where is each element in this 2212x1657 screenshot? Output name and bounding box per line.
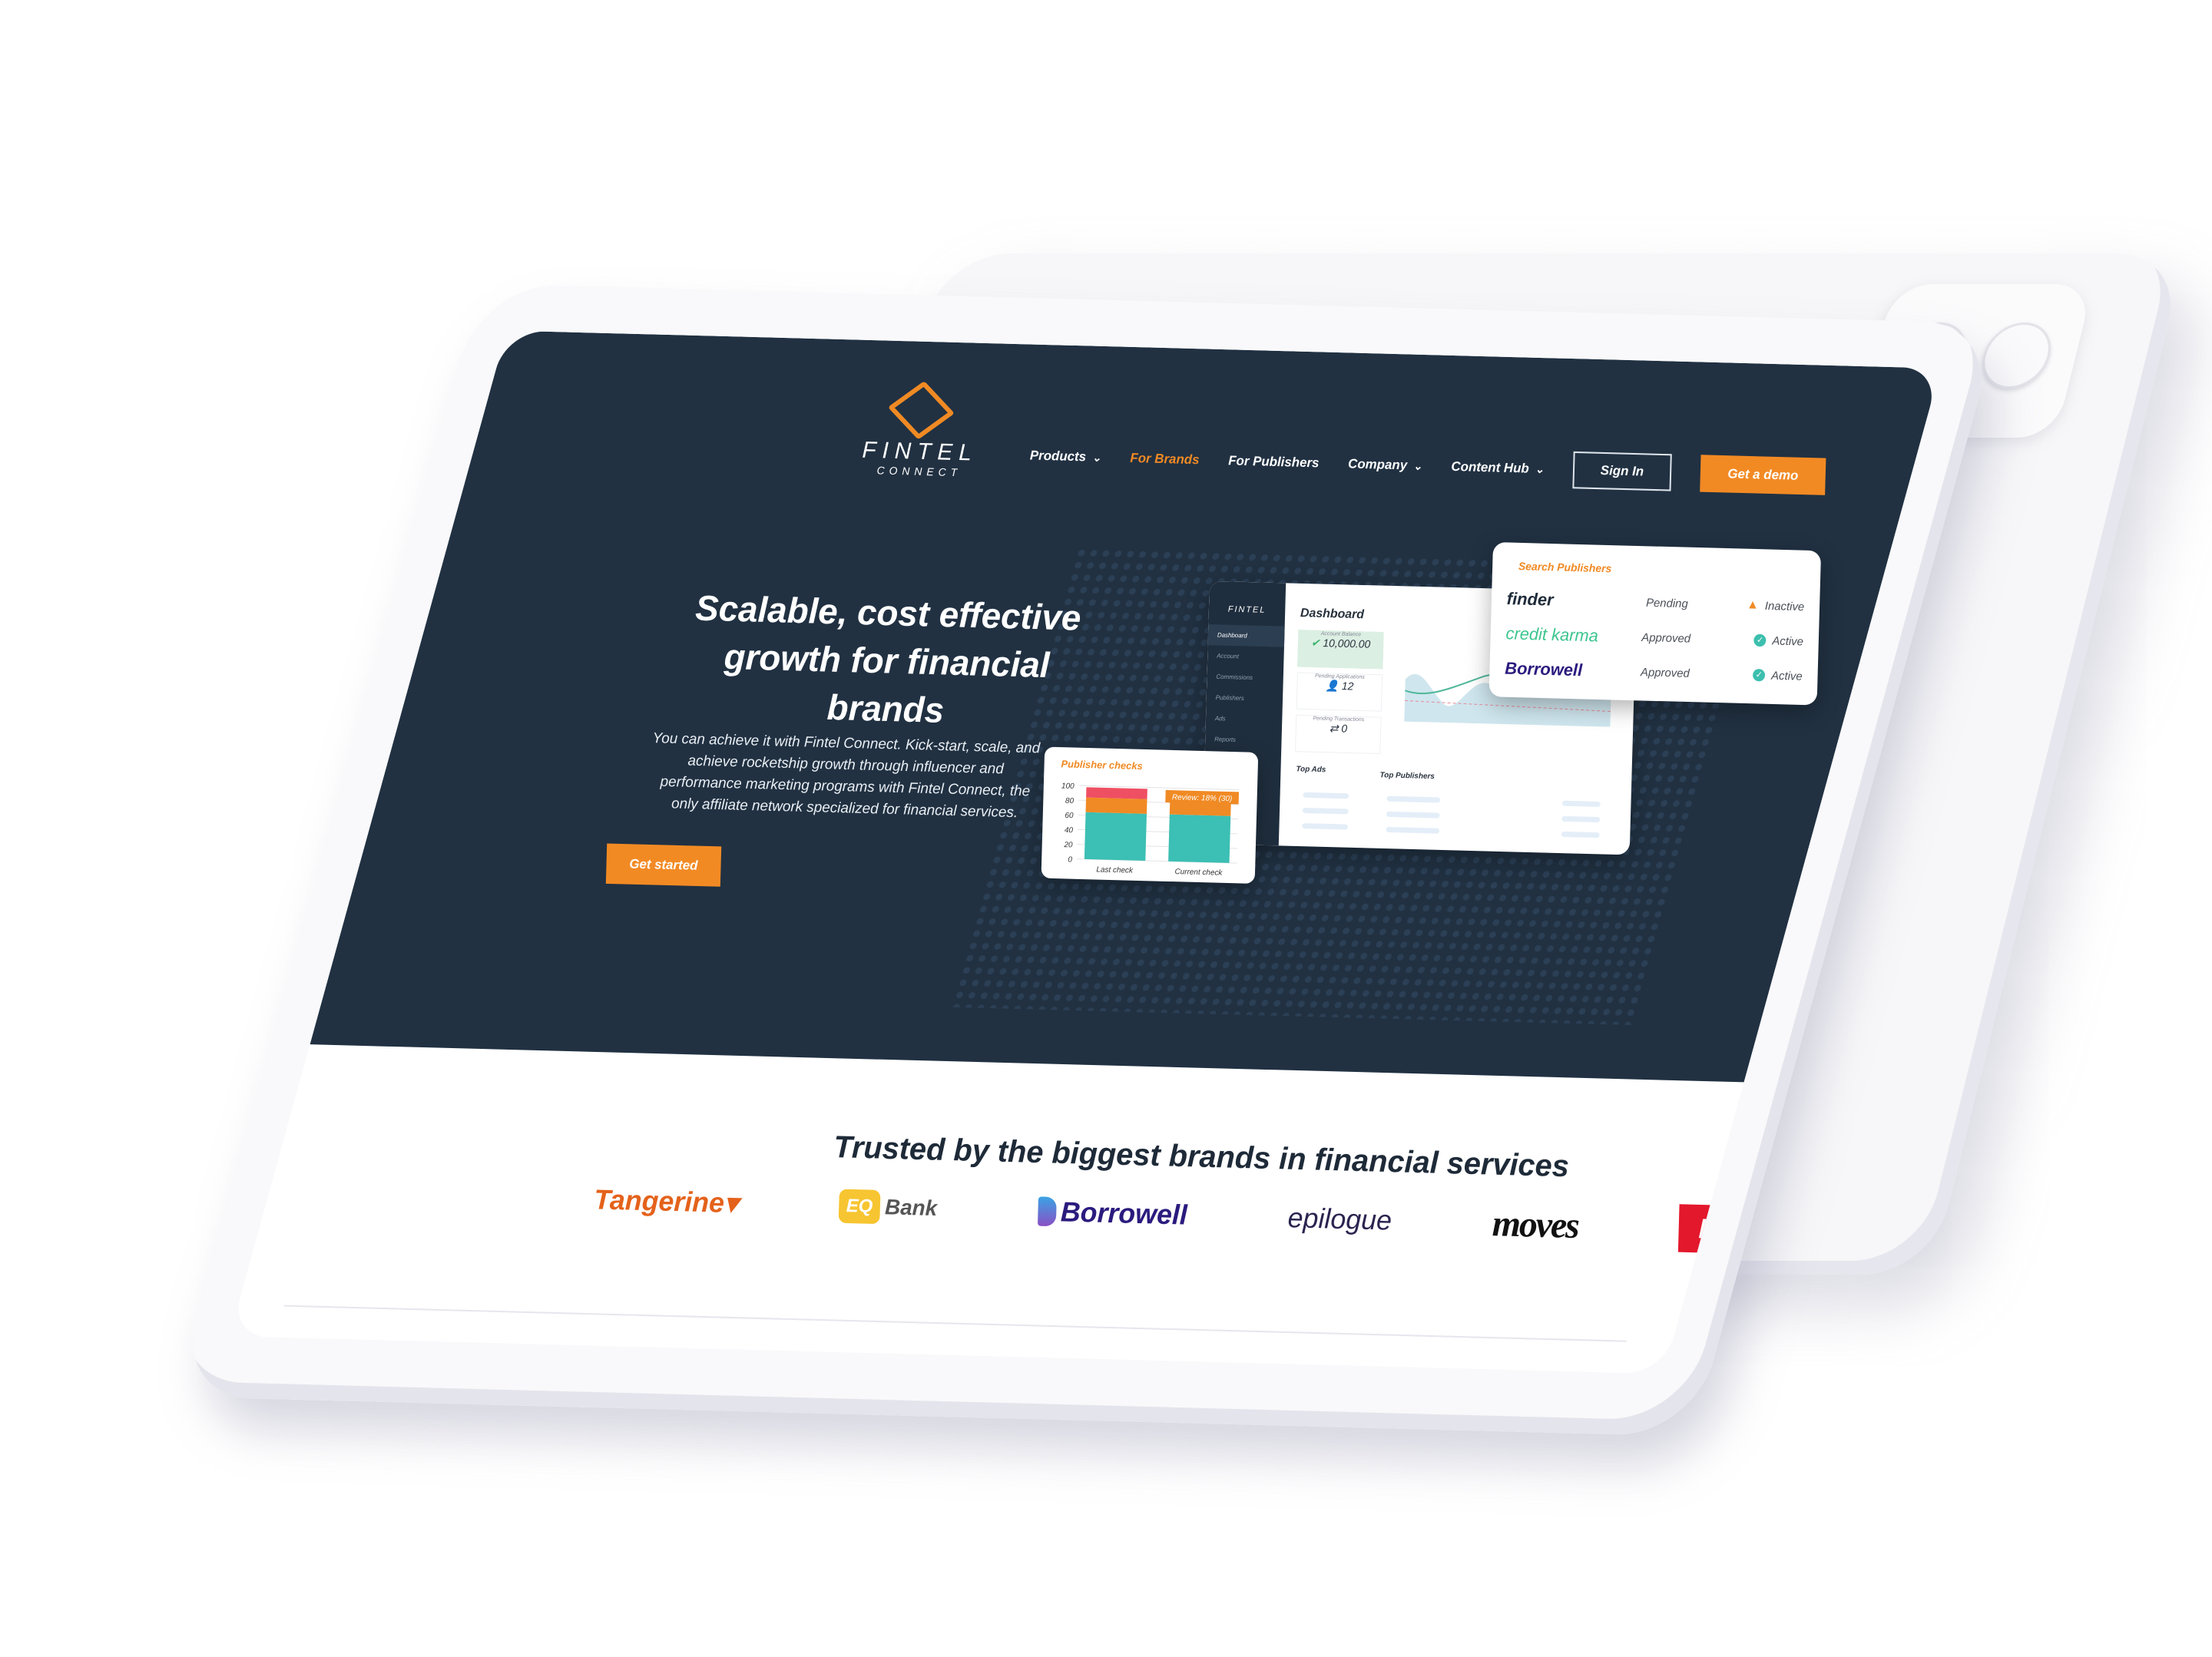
logo-borrowell: Borrowell: [1037, 1195, 1187, 1231]
skeleton-row: [1303, 792, 1349, 799]
hero-subcopy: You can achieve it with Fintel Connect. …: [652, 730, 1041, 822]
search-publishers-card: Search Publishers finder Pending ▲ Inacti…: [1488, 542, 1822, 706]
dash-menu-item[interactable]: Account: [1207, 645, 1284, 668]
logo-eq-bank: EQ Bank: [838, 1189, 938, 1226]
chevron-down-icon: ⌄: [1091, 451, 1101, 464]
logo-epilogue: epilogue: [1287, 1201, 1392, 1236]
camera-lens-icon: [1975, 322, 2058, 389]
review-annotation: Review: 18% (30): [1172, 793, 1233, 803]
fintel-logo[interactable]: FINTEL CONNECT: [862, 381, 980, 479]
check-circle-icon: ✓: [1753, 668, 1766, 682]
skeleton-row: [1561, 815, 1601, 823]
skeleton-row: [1386, 795, 1441, 803]
dashboard-title: Dashboard: [1300, 607, 1365, 622]
bar-segment-rejected: [1086, 787, 1147, 799]
dash-menu-item[interactable]: Dashboard: [1207, 624, 1285, 647]
publisher-checks-card: Publisher checks 0 20 40 60 80 100 Last check C…: [1041, 746, 1259, 884]
pending-applications-card: Pending Applications 👤 12: [1296, 672, 1383, 712]
get-started-button[interactable]: Get started: [605, 843, 721, 887]
chevron-down-icon: ⌄: [1412, 459, 1422, 472]
bar-segment-approved: [1168, 814, 1231, 863]
hero-section: FINTEL CONNECT Products ⌄ For Brands For …: [310, 330, 1941, 1083]
transfer-icon: ⇄: [1329, 722, 1339, 735]
main-nav: Products ⌄ For Brands For Publishers Comp…: [1029, 437, 1826, 495]
skeleton-row: [1561, 831, 1600, 838]
dash-menu-item[interactable]: Commissions: [1207, 666, 1283, 689]
fintel-logo-icon: [887, 381, 955, 440]
pending-transactions-card: Pending Transactions ⇄ 0: [1295, 714, 1382, 755]
tablet-screen: FINTEL CONNECT Products ⌄ For Brands For …: [229, 330, 1941, 1374]
skeleton-row: [1386, 811, 1440, 819]
publisher-row[interactable]: Borrowell Approved ✓ Active: [1505, 658, 1803, 686]
get-demo-button[interactable]: Get a demo: [1699, 455, 1826, 495]
nav-products[interactable]: Products ⌄: [1030, 448, 1101, 465]
nav-for-brands[interactable]: For Brands: [1130, 451, 1200, 468]
nav-for-publishers[interactable]: For Publishers: [1228, 453, 1320, 471]
check-circle-icon: ✓: [1753, 633, 1767, 647]
chevron-down-icon: ⌄: [1535, 462, 1545, 475]
publisher-row[interactable]: credit karma Approved ✓ Active: [1505, 623, 1803, 651]
y-tick-label: 40: [1065, 826, 1074, 835]
y-tick-label: 0: [1068, 855, 1072, 864]
logo-tangerine: Tangerine▾: [593, 1183, 739, 1219]
skeleton-row: [1386, 826, 1440, 834]
y-tick-label: 60: [1065, 812, 1074, 820]
check-circle-icon: ✔: [1310, 636, 1320, 650]
top-ads-title: Top Ads: [1296, 765, 1326, 775]
sign-in-button[interactable]: Sign In: [1572, 451, 1672, 491]
x-tick-label: Current check: [1174, 868, 1223, 878]
publisher-row[interactable]: finder Pending ▲ Inactive: [1507, 589, 1805, 617]
bar-segment-approved: [1084, 812, 1147, 862]
y-tick-label: 80: [1065, 797, 1075, 805]
account-balance-card: Account Balance ✔ 10,000.00: [1297, 630, 1384, 670]
skeleton-row: [1302, 823, 1348, 830]
dash-menu-item[interactable]: Reports: [1205, 729, 1282, 752]
nav-company[interactable]: Company ⌄: [1348, 456, 1422, 474]
bar-segment-review: [1085, 797, 1147, 814]
logo-moves: moves: [1492, 1202, 1579, 1246]
user-icon: 👤: [1325, 679, 1339, 693]
dash-menu-item[interactable]: Ads: [1206, 708, 1283, 731]
y-tick-label: 100: [1061, 782, 1075, 791]
nav-content-hub[interactable]: Content Hub ⌄: [1451, 459, 1544, 477]
x-tick-label: Last check: [1096, 865, 1134, 875]
top-publishers-title: Top Publishers: [1379, 771, 1435, 782]
y-tick-label: 20: [1063, 841, 1073, 849]
divider: [283, 1305, 1627, 1342]
dash-menu-item[interactable]: Publishers: [1206, 687, 1283, 710]
hero-headline: Scalable, cost effective growth for fina…: [694, 587, 1082, 730]
publisher-checks-chart: 0 20 40 60 80 100 Last check Current check Revie…: [1061, 782, 1240, 878]
search-publishers-title: Search Publishers: [1518, 560, 1612, 575]
chart-title: Publisher checks: [1061, 758, 1143, 772]
skeleton-row: [1302, 807, 1349, 815]
skeleton-row: [1561, 800, 1601, 808]
warning-icon: ▲: [1746, 598, 1760, 612]
borrowell-mark-icon: [1037, 1196, 1057, 1227]
front-tablet-device: FINTEL CONNECT Products ⌄ For Brands For …: [174, 283, 1999, 1437]
